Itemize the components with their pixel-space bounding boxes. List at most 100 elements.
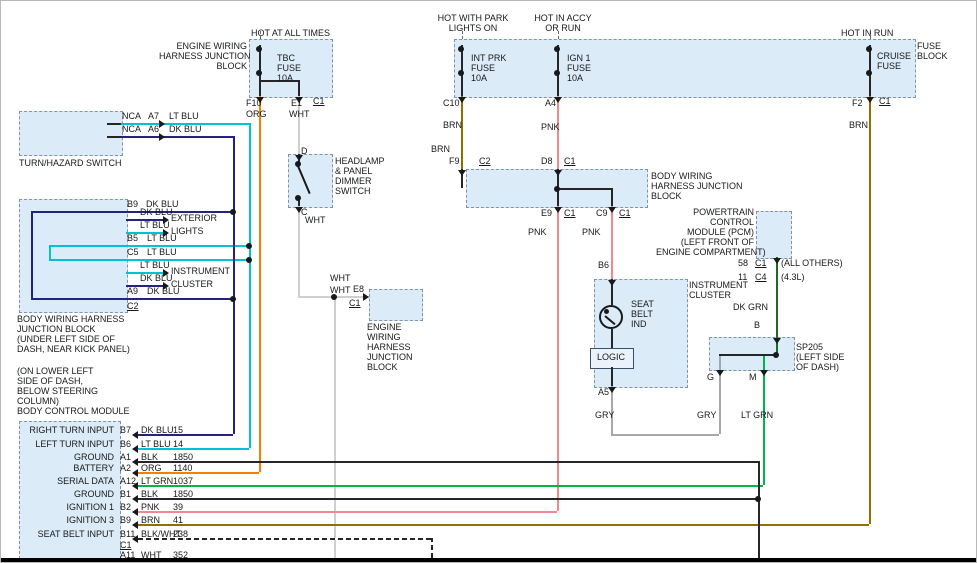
label-term-b9: B9 xyxy=(127,199,138,209)
label-conn-c1: C1 xyxy=(619,208,631,218)
label-wire-ltblu: LT BLU xyxy=(169,111,199,121)
wire-splice-internal xyxy=(719,354,776,356)
terminal-arrow xyxy=(773,258,781,264)
label-seat-belt-ind: SEATBELTIND xyxy=(631,299,654,329)
label-wire-wht: WHT xyxy=(330,273,351,283)
wire-pnk-c9-b6 xyxy=(611,206,613,279)
label-wire-dkblu: DK BLU xyxy=(140,273,173,283)
bcm-row-name: IGNITION 1 xyxy=(19,502,114,512)
wire-pnk-e9-down xyxy=(557,206,559,511)
label-term-m: M xyxy=(749,372,757,382)
bcm-row-term: A12 xyxy=(120,476,136,486)
bcm-row-color: ORG xyxy=(141,463,162,473)
junction-dot xyxy=(295,161,301,167)
seat-belt-icon-head xyxy=(604,309,609,314)
label-hot-in-run: HOT IN RUN xyxy=(841,28,893,38)
wire-cluster-internal xyxy=(611,329,613,348)
label-engine-wiring-jb: ENGINE WIRINGHARNESS JUNCTIONBLOCK xyxy=(159,41,247,71)
fuse-block-box xyxy=(454,39,916,98)
wire-gry-run xyxy=(611,434,719,436)
label-bcm-location-note: (ON LOWER LEFTSIDE OF DASH,BELOW STEERIN… xyxy=(17,366,130,416)
label-hot-in-accy: HOT IN ACCYOR RUN xyxy=(521,13,605,33)
bcm-row-name: RIGHT TURN INPUT xyxy=(19,425,114,435)
terminal-arrow xyxy=(866,97,874,103)
bcm-row-term: A2 xyxy=(120,463,131,473)
label-term-a4: A4 xyxy=(545,98,556,108)
bcm-row-term: B2 xyxy=(120,502,131,512)
terminal-arrow xyxy=(608,207,616,213)
bcm-row-color: BLK xyxy=(141,452,158,462)
label-term-e1: E1 xyxy=(291,98,302,108)
terminal-arrow xyxy=(458,170,466,176)
label-exterior-lights: EXTERIORLIGHTS xyxy=(171,212,217,238)
wiring-diagram: HOT AT ALL TIMES HOT WITH PARKLIGHTS ON … xyxy=(0,0,977,563)
wire-pnk-a4-d8 xyxy=(557,96,559,169)
label-wire-gry: GRY xyxy=(697,410,716,420)
label-term-a9: A9 xyxy=(127,286,138,296)
bcm-row-term: A1 xyxy=(120,452,131,462)
bcm-row-name: IGNITION 3 xyxy=(19,515,114,525)
terminal-arrow xyxy=(132,431,138,439)
wire-blk-ground-a1 xyxy=(138,461,758,463)
bcm-row-color: DK BLU xyxy=(141,425,174,435)
label-body-wiring-jb-note: BODY WIRING HARNESSJUNCTION BLOCK(UNDER … xyxy=(17,314,130,354)
label-instrument-cluster: INSTRUMENTCLUSTER xyxy=(689,280,748,300)
label-term-c5: C5 xyxy=(127,247,139,257)
junction-dot xyxy=(246,243,252,249)
label-wire-brn: BRN xyxy=(431,144,450,154)
wire-ltgrn-serial-row xyxy=(138,485,763,487)
label-instrument-cluster-ref: INSTRUMENTCLUSTER xyxy=(171,265,230,291)
label-conn-c2: C2 xyxy=(479,156,491,166)
bcm-row-term: B11 xyxy=(120,529,135,539)
label-wire-wht: WHT xyxy=(330,285,351,295)
wire-org-feed xyxy=(259,96,261,472)
label-term-c9: C9 xyxy=(596,208,608,218)
terminal-arrow xyxy=(554,207,562,213)
label-sp205: SP205(LEFT SIDEOF DASH) xyxy=(796,342,844,372)
wire-dkblu-a6 xyxy=(121,136,233,138)
wire-dkblu-vert xyxy=(233,136,235,434)
label-wire-org: ORG xyxy=(246,109,267,119)
terminal-arrow xyxy=(554,170,562,176)
junction-dot xyxy=(246,257,252,263)
label-wire-pnk: PNK xyxy=(582,227,601,237)
label-tbc-fuse: TBCFUSE10A xyxy=(277,53,301,83)
bcm-row-name: GROUND xyxy=(19,489,114,499)
engine-junction-block-box xyxy=(369,289,423,321)
terminal-arrow xyxy=(608,387,616,393)
label-hot-with-park: HOT WITH PARKLIGHTS ON xyxy=(429,13,517,33)
wire-brn-c10-f9 xyxy=(461,96,463,169)
label-term-e9: E9 xyxy=(541,208,552,218)
turn-hazard-switch-box xyxy=(19,111,123,156)
wire-pnk-ign1-row xyxy=(138,511,557,513)
seat-belt-indicator-icon xyxy=(599,305,623,329)
junction-dot xyxy=(230,209,236,215)
junction-dot xyxy=(554,70,560,76)
bcm-row-circuit: 14 xyxy=(173,439,183,449)
junction-dot xyxy=(458,70,464,76)
bcm-row-name: SEAT BELT INPUT xyxy=(19,529,114,539)
junction-dot xyxy=(866,70,872,76)
bcm-row-circuit: 238 xyxy=(173,529,188,539)
label-wire-pnk: PNK xyxy=(541,122,560,132)
label-term-g: G xyxy=(707,372,714,382)
label-term-a7: A7 xyxy=(148,111,159,121)
wire-cluster-internal xyxy=(611,367,613,386)
bcm-row-color: LT GRN xyxy=(141,476,173,486)
label-engine-wiring-jb-2: ENGINEWIRINGHARNESSJUNCTIONBLOCK xyxy=(367,322,413,372)
label-wire-brn: BRN xyxy=(443,120,462,130)
wire-ltblu-vert xyxy=(249,123,251,448)
label-term-a6: A6 xyxy=(148,124,159,134)
label-term-d: D xyxy=(301,146,308,156)
wire-blk-ground-vert xyxy=(758,461,760,558)
terminal-arrow xyxy=(159,133,165,141)
body-junction-block-box xyxy=(19,199,128,313)
label-term-b6: B6 xyxy=(598,260,609,270)
terminal-arrow xyxy=(132,495,138,503)
bcm-row-color: BRN xyxy=(141,515,160,525)
label-conn-c4: C4 xyxy=(755,272,767,282)
bcm-row-term: B7 xyxy=(120,425,131,435)
wire-jb-internal xyxy=(611,188,613,206)
wire-ltblu-bus xyxy=(49,245,51,259)
label-term-d8: D8 xyxy=(541,156,553,166)
